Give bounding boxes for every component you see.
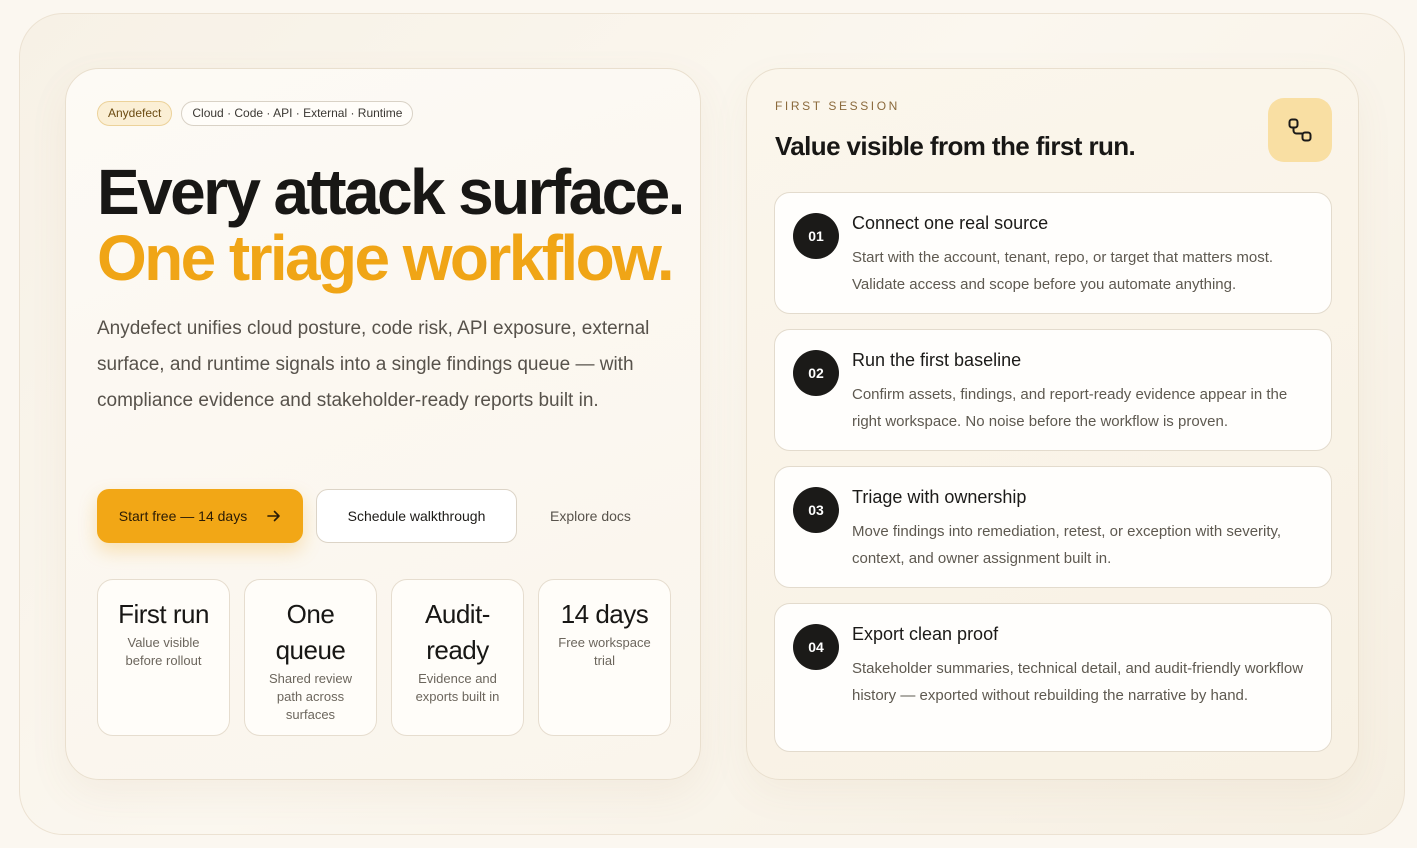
stat-card: Audit-ready Evidence and exports built i… [391, 579, 524, 736]
panel-title: Value visible from the first run. [775, 131, 1136, 161]
stat-card: 14 days Free workspace trial [538, 579, 671, 736]
step-number: 01 [793, 213, 839, 259]
stats-row: First run Value visible before rollout O… [97, 579, 671, 736]
stat-value: First run [118, 599, 209, 629]
headline-line-2: One triage workflow. [97, 222, 675, 294]
stat-value: 14 days [560, 599, 649, 629]
step-card: 01 Connect one real source Start with th… [774, 192, 1332, 314]
stat-card: One queue Shared review path across surf… [244, 579, 377, 736]
step-number: 02 [793, 350, 839, 396]
first-session-panel: FIRST SESSION Value visible from the fir… [746, 68, 1359, 780]
stat-caption: Shared review path across surfaces [268, 671, 353, 722]
step-card: 03 Triage with ownership Move findings i… [774, 466, 1332, 588]
hero-chips: Anydefect Cloud · Code · API · External … [97, 101, 414, 126]
arrow-right-icon [267, 510, 281, 522]
headline-line-1: Every attack surface. [97, 156, 685, 228]
start-free-button[interactable]: Start free — 14 days [97, 489, 303, 543]
explore-docs-link[interactable]: Explore docs [550, 508, 631, 524]
stat-caption: Value visible before rollout [125, 635, 202, 668]
stat-caption: Free workspace trial [558, 635, 651, 668]
hero-headline: Every attack surface. One triage workflo… [97, 159, 697, 291]
step-card: 02 Run the first baseline Confirm assets… [774, 329, 1332, 451]
step-title: Run the first baseline [852, 350, 1022, 370]
hero-card: Anydefect Cloud · Code · API · External … [65, 68, 701, 780]
step-number: 03 [793, 487, 839, 533]
step-title: Connect one real source [852, 213, 1049, 233]
step-number: 04 [793, 624, 839, 670]
cta-row: Start free — 14 days Schedule walkthroug… [97, 489, 631, 543]
step-title: Triage with ownership [852, 487, 1027, 507]
panel-icon-badge [1268, 98, 1332, 162]
brand-chip: Anydefect [97, 101, 173, 126]
step-body: Stakeholder summaries, technical detail,… [852, 660, 1304, 704]
connected-nodes-icon [1288, 118, 1312, 142]
schedule-walkthrough-button[interactable]: Schedule walkthrough [316, 489, 517, 543]
panel-eyebrow: FIRST SESSION [775, 99, 900, 113]
start-free-label: Start free — 14 days [118, 508, 248, 524]
stat-value: One queue [275, 599, 346, 665]
stat-card: First run Value visible before rollout [97, 579, 230, 736]
step-title: Export clean proof [852, 624, 999, 644]
step-body: Confirm assets, findings, and report-rea… [852, 386, 1288, 430]
step-card: 04 Export clean proof Stakeholder summar… [774, 603, 1332, 752]
stat-value: Audit-ready [425, 599, 490, 665]
step-body: Move findings into remediation, retest, … [852, 523, 1282, 567]
stat-caption: Evidence and exports built in [415, 671, 500, 704]
step-body: Start with the account, tenant, repo, or… [852, 249, 1274, 293]
hero-lede: Anydefect unifies cloud posture, code ri… [97, 318, 650, 411]
surfaces-chip: Cloud · Code · API · External · Runtime [181, 101, 414, 126]
